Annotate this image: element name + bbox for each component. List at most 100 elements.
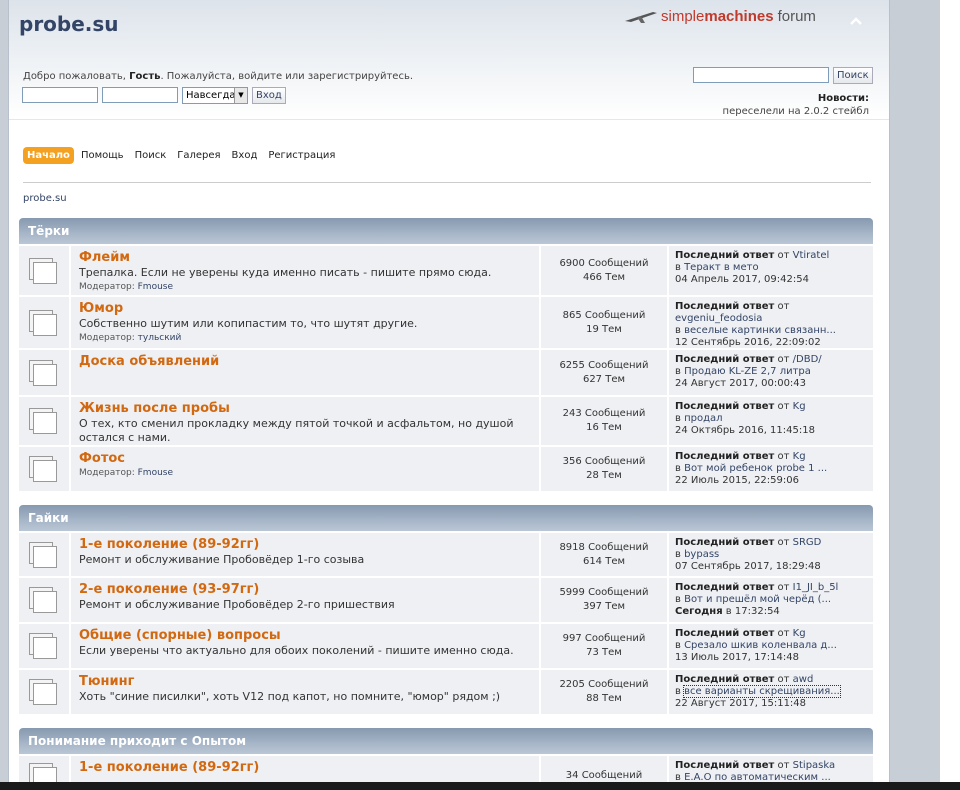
board-status-icon[interactable] xyxy=(29,679,57,705)
board-name[interactable]: 1-е поколение (89-92гг) xyxy=(79,537,531,552)
menu-item[interactable]: Регистрация xyxy=(264,147,339,164)
last-post-date: Сегодня в 17:32:54 xyxy=(675,606,780,617)
dropdown-arrow-icon: ▼ xyxy=(234,88,247,103)
news-label: Новости: xyxy=(817,93,869,104)
login-duration-select[interactable]: Навсегда ▼ xyxy=(182,87,248,104)
menu-item[interactable]: Вход xyxy=(228,147,262,164)
board-name[interactable]: Тюнинг xyxy=(79,674,531,689)
board-name[interactable]: Жизнь после пробы xyxy=(79,401,531,416)
last-post-date: 07 Сентябрь 2017, 18:29:48 xyxy=(675,561,821,572)
board-name[interactable]: 1-е поколение (89-92гг) xyxy=(79,760,531,775)
menu-item[interactable]: Начало xyxy=(23,147,74,164)
board-icon-cell xyxy=(19,670,69,714)
board-icon-cell xyxy=(19,578,69,622)
board-description: О тех, кто сменил прокладку между пятой … xyxy=(79,417,514,444)
board-status-icon[interactable] xyxy=(29,542,57,568)
post-count: 243 Сообщений xyxy=(562,408,646,419)
last-post-user[interactable]: Stipaska xyxy=(793,760,835,771)
board-row: 1-е поколение (89-92гг) Ремонт и обслужив… xyxy=(19,533,873,576)
last-post-date: 12 Сентябрь 2016, 22:09:02 xyxy=(675,337,821,348)
last-post-user[interactable]: Kg xyxy=(793,451,806,462)
logo-simple: simple xyxy=(661,8,705,25)
breadcrumb[interactable]: probe.su xyxy=(23,193,67,204)
moderator-link[interactable]: Fmouse xyxy=(138,282,173,292)
board-status-icon[interactable] xyxy=(29,456,57,482)
board-status-icon[interactable] xyxy=(29,763,57,782)
board-name[interactable]: Фотос xyxy=(79,451,531,466)
board-status-icon[interactable] xyxy=(29,310,57,336)
board-info: 1-е поколение (89-92гг) xyxy=(71,756,539,782)
board-icon-cell xyxy=(19,624,69,668)
menu-item[interactable]: Поиск xyxy=(131,147,171,164)
last-post-topic[interactable]: bypass xyxy=(684,549,719,560)
last-post-label: Последний ответ xyxy=(675,537,775,548)
board-icon-cell xyxy=(19,756,69,782)
board-stats: 6900 Сообщений 466 Тем xyxy=(541,246,667,295)
board-stats: 8918 Сообщений 614 Тем xyxy=(541,533,667,576)
last-post-topic[interactable]: Продаю KL-ZE 2,7 литра xyxy=(684,366,811,377)
last-post-user[interactable]: /DBD/ xyxy=(793,354,822,365)
board-stats: 6255 Сообщений 627 Тем xyxy=(541,350,667,395)
board-stats: 356 Сообщений 28 Тем xyxy=(541,447,667,491)
password-input[interactable] xyxy=(102,87,178,103)
username-input[interactable] xyxy=(22,87,98,103)
search-button[interactable]: Поиск xyxy=(833,67,873,84)
chevron-up-icon[interactable] xyxy=(849,14,863,30)
post-count: 5999 Сообщений xyxy=(559,587,649,598)
board-name[interactable]: Общие (спорные) вопросы xyxy=(79,628,531,643)
last-post-topic[interactable]: все варианты скрещивания... xyxy=(683,685,841,698)
board-name[interactable]: Флейм xyxy=(79,250,531,265)
category-header[interactable]: Понимание приходит с Опытом xyxy=(19,728,873,754)
last-post-user[interactable]: awd xyxy=(793,674,814,685)
topic-count: 466 Тем xyxy=(582,271,626,283)
board-moderator: Модератор: Fmouse xyxy=(79,468,174,478)
last-post-label: Последний ответ xyxy=(675,401,775,412)
last-post-user[interactable]: Vtiratel xyxy=(793,250,830,261)
board-name[interactable]: Доска объявлений xyxy=(79,354,531,369)
logo-machines: machines xyxy=(704,8,774,25)
last-post-user[interactable]: evgeniu_feodosia xyxy=(675,313,762,324)
quick-login: Навсегда ▼ Вход xyxy=(22,87,286,104)
last-post-user[interactable]: Kg xyxy=(793,628,806,639)
last-post-topic[interactable]: Теракт в мето xyxy=(684,262,759,273)
last-post-topic[interactable]: Вот мой ребенок probe 1 ... xyxy=(684,463,827,474)
smf-logo[interactable]: simple machines forum xyxy=(623,8,816,25)
category-header[interactable]: Тёрки xyxy=(19,218,873,244)
login-button[interactable]: Вход xyxy=(252,87,286,104)
last-post-user[interactable]: I1_JI_b_5l xyxy=(793,582,839,593)
last-post-topic[interactable]: Е.А.О по автоматическим ... xyxy=(684,772,831,782)
board-description: Ремонт и обслуживание Пробовёдер 1-го со… xyxy=(79,553,365,566)
menu-item[interactable]: Галерея xyxy=(173,147,224,164)
last-post-topic[interactable]: Вот и прешёл мой черёд (... xyxy=(684,594,831,605)
moderator-link[interactable]: Fmouse xyxy=(138,468,173,478)
board-status-icon[interactable] xyxy=(29,408,57,434)
last-post-label: Последний ответ xyxy=(675,354,775,365)
board-status-icon[interactable] xyxy=(29,633,57,659)
last-post-topic[interactable]: веселые картинки связанн... xyxy=(684,325,836,336)
moderator-link[interactable]: тульский xyxy=(138,333,182,343)
board-stats: 34 Сообщений xyxy=(541,756,667,782)
board-status-icon[interactable] xyxy=(29,360,57,386)
board-description: Трепалка. Если не уверены куда именно пи… xyxy=(79,266,492,279)
board-stats: 865 Сообщений 19 Тем xyxy=(541,297,667,348)
board-status-icon[interactable] xyxy=(29,587,57,613)
last-post: Последний ответ от evgeniu_feodosia в вес… xyxy=(669,297,873,348)
board-name[interactable]: Юмор xyxy=(79,301,531,316)
search-input[interactable] xyxy=(693,67,829,83)
last-post-user[interactable]: SRGD xyxy=(793,537,822,548)
board-row: 2-е поколение (93-97гг) Ремонт и обслужив… xyxy=(19,578,873,622)
last-post-user[interactable]: Kg xyxy=(793,401,806,412)
forum-title[interactable]: probe.su xyxy=(19,12,119,36)
welcome-text: Добро пожаловать, Гость. Пожалуйста, вой… xyxy=(23,71,414,82)
board-name[interactable]: 2-е поколение (93-97гг) xyxy=(79,582,531,597)
last-post-topic[interactable]: продал xyxy=(684,413,722,424)
menu-item[interactable]: Помощь xyxy=(77,147,128,164)
last-post-topic[interactable]: Срезало шкив коленвала д... xyxy=(684,640,837,651)
board-row: Фотос Модератор: Fmouse 356 Сообщений 28 Те… xyxy=(19,447,873,491)
board-info: Доска объявлений xyxy=(71,350,539,395)
last-post: Последний ответ от /DBD/в Продаю KL-ZE 2… xyxy=(669,350,873,395)
board-status-icon[interactable] xyxy=(29,258,57,284)
board-description: Хоть "синие писилки", хоть V12 под капот… xyxy=(79,690,501,703)
last-post: Последний ответ от Kg в Срезало шкив коле… xyxy=(669,624,873,668)
category-header[interactable]: Гайки xyxy=(19,505,873,531)
